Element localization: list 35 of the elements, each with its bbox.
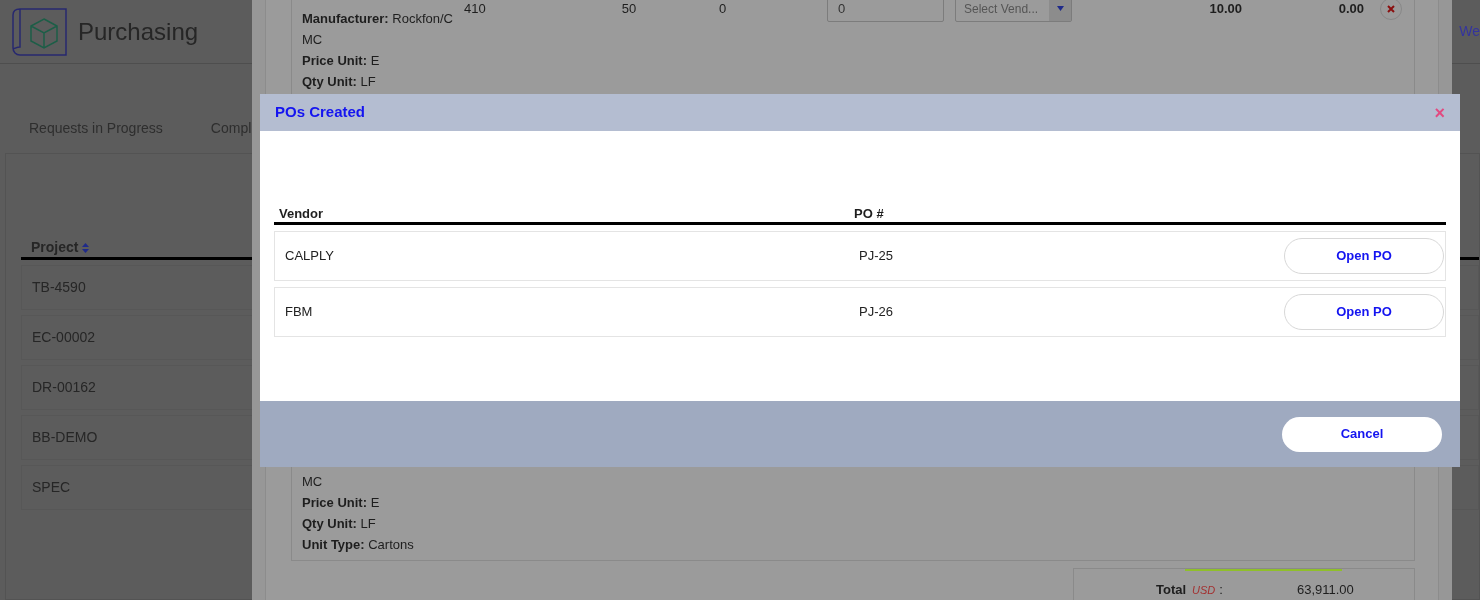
item-detail: Unit Type: Cartons	[302, 536, 414, 554]
po-cell-text: PJ-25	[859, 247, 893, 266]
caret-icon	[1056, 6, 1064, 11]
total-amount: 63,911.00	[1296, 581, 1354, 599]
separator-text: :	[1219, 581, 1223, 599]
vendor-cell-text: CALPLY	[285, 247, 335, 266]
modal-title: POs Created	[275, 102, 366, 123]
close-icon	[1387, 4, 1395, 13]
po-cell-text: PJ-26	[859, 303, 893, 322]
logo-icon	[12, 6, 68, 57]
item-detail: MC	[302, 473, 323, 491]
open-po-button[interactable]: Open PO	[1284, 294, 1444, 330]
close-button[interactable]: ×	[1434, 103, 1445, 122]
item-detail: Qty Unit: LF	[302, 73, 376, 91]
price-text: 10.00	[1209, 0, 1242, 16]
vendor-select[interactable]: Select Vend...	[955, 0, 1072, 22]
header-link[interactable]: We	[1459, 21, 1480, 42]
item-detail: MC	[302, 31, 323, 49]
item-detail: Price Unit: E	[302, 494, 380, 512]
vendor-cell-text: FBM	[285, 303, 314, 322]
open-po-button[interactable]: Open PO	[1284, 238, 1444, 274]
quantity-text: 0	[719, 0, 727, 16]
quantity-text: 410	[464, 0, 486, 16]
item-detail: Price Unit: E	[302, 52, 380, 70]
quantity-input[interactable]: 0	[827, 0, 944, 22]
amount-text: 0.00	[1338, 0, 1364, 16]
total-label: Total	[1156, 581, 1187, 599]
quantity-text: 50	[621, 0, 637, 16]
sort-icon[interactable]	[82, 242, 90, 253]
item-detail: Manufacturer: Rockfon/C	[302, 10, 453, 28]
column-header: Vendor	[279, 204, 325, 223]
item-detail: Qty Unit: LF	[302, 515, 376, 533]
currency-text: USD	[1192, 582, 1216, 598]
cancel-button[interactable]: Cancel	[1282, 416, 1442, 452]
column-header: PO #	[854, 204, 884, 223]
